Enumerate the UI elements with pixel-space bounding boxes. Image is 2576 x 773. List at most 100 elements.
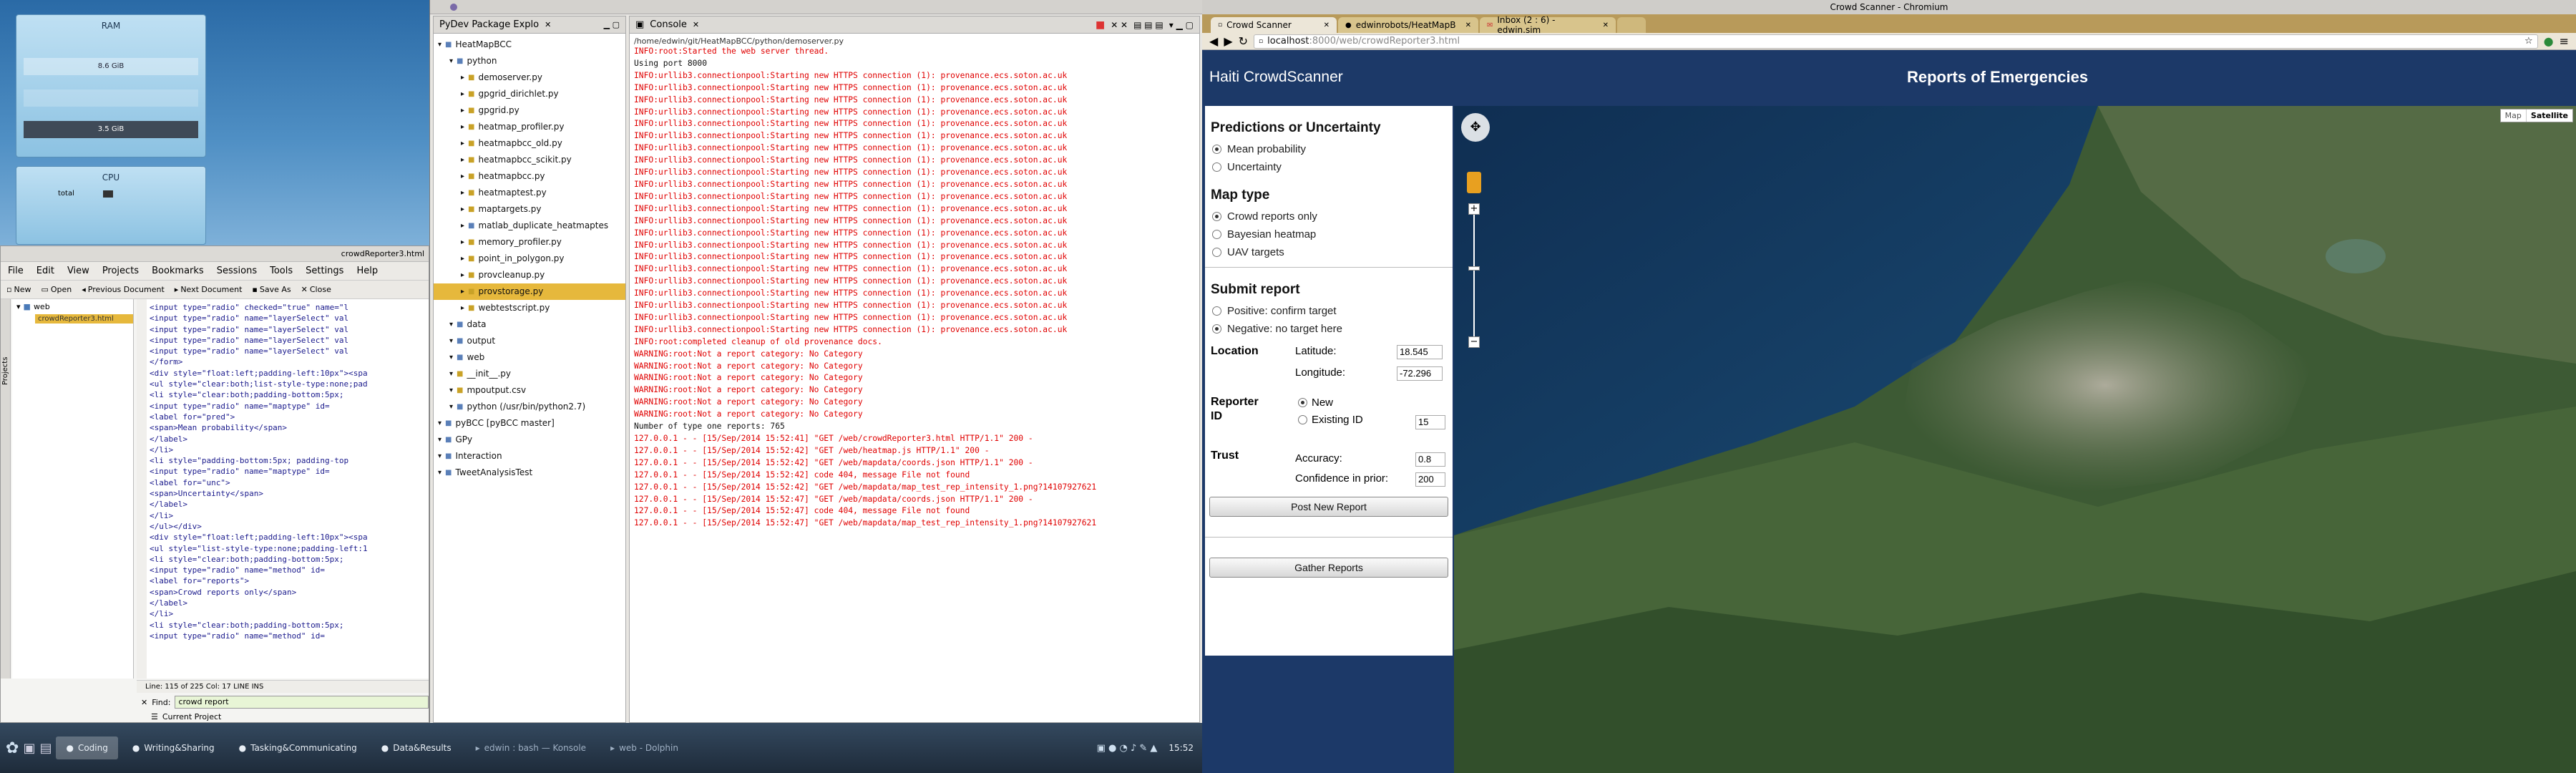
radio-mean-probability[interactable]: Mean probability	[1212, 143, 1453, 155]
chevron-down-icon[interactable]: ▾	[438, 37, 441, 53]
tab-inbox[interactable]: ✉ Inbox (2 : 6) - edwin.sim ✕	[1480, 15, 1616, 35]
radio-crowd-reports[interactable]: Crowd reports only	[1212, 210, 1453, 223]
previous-document-button[interactable]: ◂ Previous Document	[82, 285, 165, 294]
menu-view[interactable]: View	[67, 266, 89, 276]
chevron-down-icon[interactable]: ▾	[438, 415, 441, 432]
view-menu-icon[interactable]: ▾ ▁ ▢	[1169, 20, 1194, 30]
chevron-down-icon[interactable]: ▾	[449, 399, 453, 415]
pin-console-icon[interactable]: ▤ ▤ ▤	[1133, 20, 1163, 30]
next-document-button[interactable]: ▸ Next Document	[175, 285, 243, 294]
reporter-id-input[interactable]: 15	[1415, 415, 1445, 429]
tree-item[interactable]: ▾ ■ data	[434, 316, 625, 333]
map-type-map[interactable]: Map	[2501, 110, 2527, 122]
chevron-right-icon[interactable]: ▸	[461, 300, 464, 316]
chevron-down-icon[interactable]: ▾	[449, 53, 453, 69]
tree-item[interactable]: ▸ ■ point_in_polygon.py	[434, 251, 625, 267]
tree-item[interactable]: ▸ ■ provcleanup.py	[434, 267, 625, 283]
zoom-slider-track[interactable]	[1473, 215, 1475, 336]
chevron-right-icon[interactable]: ▸	[461, 218, 464, 234]
eclipse-titlebar[interactable]	[430, 0, 1202, 14]
radio-uncertainty[interactable]: Uncertainty	[1212, 161, 1453, 173]
chevron-down-icon[interactable]: ▾	[449, 382, 453, 399]
chevron-right-icon[interactable]: ▸	[461, 168, 464, 185]
radio-dot[interactable]	[1298, 398, 1307, 407]
chevron-down-icon[interactable]: ▾	[449, 366, 453, 382]
tree-folder-web[interactable]: ▾ ■ web	[12, 299, 133, 314]
star-icon[interactable]: ☆	[2524, 36, 2533, 47]
radio-dot[interactable]	[1212, 212, 1221, 221]
tree-item[interactable]: ▸ ■ demoserver.py	[434, 69, 625, 86]
find-input[interactable]: crowd report	[175, 696, 429, 709]
chromium-titlebar[interactable]: Crowd Scanner - Chromium	[1202, 0, 2576, 14]
window-dolphin[interactable]: ▸ web - Dolphin	[600, 736, 688, 759]
close-tab-icon[interactable]: ✕	[1603, 21, 1609, 29]
menu-tools[interactable]: Tools	[270, 266, 293, 276]
tree-item[interactable]: ▾ ■ TweetAnalysisTest	[434, 465, 625, 481]
menu-settings[interactable]: Settings	[306, 266, 343, 276]
radio-new[interactable]: New	[1298, 397, 1333, 409]
chevron-down-icon[interactable]: ▾	[449, 333, 453, 349]
activity-data[interactable]: ● Data&Results	[371, 736, 462, 759]
close-tab-icon[interactable]: ✕	[1324, 21, 1330, 29]
back-icon[interactable]: ◀	[1209, 34, 1218, 48]
chevron-right-icon[interactable]: ▸	[461, 69, 464, 86]
open-button[interactable]: ▭ Open	[41, 285, 72, 294]
chevron-right-icon[interactable]: ▸	[461, 135, 464, 152]
pan-control-icon[interactable]: ✥	[1461, 113, 1490, 142]
tree-item[interactable]: ▸ ■ webtestscript.py	[434, 300, 625, 316]
chevron-right-icon[interactable]: ▸	[461, 267, 464, 283]
tray-icons[interactable]: ▣ ● ◔ ♪ ✎ ▲	[1097, 743, 1158, 754]
zoom-out-button[interactable]: −	[1468, 336, 1480, 348]
tree-item[interactable]: ▾ ■ mpoutput.csv	[434, 382, 625, 399]
window-konsole[interactable]: ▸ edwin : bash — Konsole	[466, 736, 596, 759]
confidence-input[interactable]: 200	[1415, 472, 1445, 487]
tree-item[interactable]: ▾ ■ Interaction	[434, 448, 625, 465]
close-tab-icon[interactable]: ✕	[1465, 21, 1471, 29]
chevron-right-icon[interactable]: ▸	[461, 234, 464, 251]
radio-dot[interactable]	[1212, 145, 1221, 154]
tree-file-selected[interactable]: crowdReporter3.html	[35, 314, 133, 324]
radio-uav-targets[interactable]: UAV targets	[1212, 246, 1453, 258]
chevron-down-icon[interactable]: ▾	[438, 465, 441, 481]
radio-dot[interactable]	[1212, 324, 1221, 334]
tree-item[interactable]: ▾ ■ output	[434, 333, 625, 349]
gather-reports-button[interactable]: Gather Reports	[1209, 558, 1448, 578]
tree-item[interactable]: ▸ ■ heatmap_profiler.py	[434, 119, 625, 135]
tree-item[interactable]: ▸ ■ memory_profiler.py	[434, 234, 625, 251]
chevron-down-icon[interactable]: ▾	[449, 316, 453, 333]
clock[interactable]: 15:52	[1169, 743, 1194, 753]
activity-writing[interactable]: ● Writing&Sharing	[122, 736, 225, 759]
tab-crowd-scanner[interactable]: ▫ Crowd Scanner ✕	[1211, 17, 1337, 33]
tree-item[interactable]: ▸ ■ heatmapbcc_old.py	[434, 135, 625, 152]
chevron-right-icon[interactable]: ▸	[461, 283, 464, 300]
radio-dot[interactable]	[1212, 248, 1221, 257]
map-type-satellite[interactable]: Satellite	[2527, 110, 2572, 122]
radio-bayesian-heatmap[interactable]: Bayesian heatmap	[1212, 228, 1453, 240]
close-icon[interactable]: ✕	[545, 20, 551, 29]
tree-item[interactable]: ▸ ■ gpgrid.py	[434, 102, 625, 119]
tree-item[interactable]: ▸ ■ provstorage.py	[434, 283, 625, 300]
zoom-in-button[interactable]: +	[1468, 203, 1480, 215]
menu-help[interactable]: Help	[356, 266, 378, 276]
kate-titlebar[interactable]: crowdReporter3.html	[1, 246, 429, 262]
chevron-right-icon[interactable]: ▸	[461, 152, 464, 168]
street-view-pegman-icon[interactable]	[1467, 172, 1481, 193]
save-as-button[interactable]: ▪ Save As	[252, 285, 291, 294]
tree-item[interactable]: ▾ ■ GPy	[434, 432, 625, 448]
latitude-input[interactable]: 18.545	[1397, 345, 1443, 359]
post-new-report-button[interactable]: Post New Report	[1209, 497, 1448, 517]
projects-side-tab[interactable]: Projects	[1, 357, 9, 385]
code-editor[interactable]: <input type="radio" checked="true" name=…	[137, 299, 429, 679]
tree-item[interactable]: ▾ ■ pyBCC [pyBCC master]	[434, 415, 625, 432]
kde-menu-icon[interactable]: ✿	[6, 739, 19, 757]
reload-icon[interactable]: ↻	[1239, 34, 1248, 48]
radio-dot[interactable]	[1212, 230, 1221, 239]
radio-negative[interactable]: Negative: no target here	[1212, 323, 1453, 335]
map-canvas[interactable]: ✥ + − Map Satellite	[1454, 106, 2576, 773]
console-tab[interactable]: Console	[650, 19, 687, 30]
radio-positive[interactable]: Positive: confirm target	[1212, 305, 1453, 317]
menu-sessions[interactable]: Sessions	[217, 266, 257, 276]
tab-github[interactable]: ● edwinrobots/HeatMapB ✕	[1338, 17, 1478, 33]
forward-icon[interactable]: ▶	[1224, 34, 1232, 48]
radio-existing-id[interactable]: Existing ID	[1298, 414, 1363, 426]
